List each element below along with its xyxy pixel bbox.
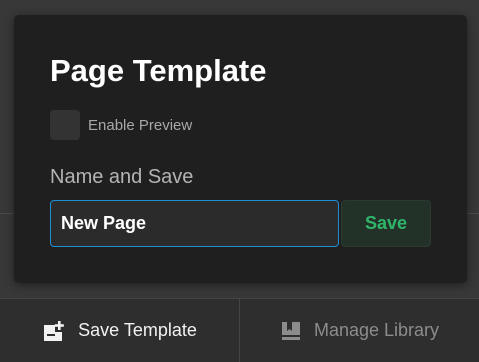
bottom-toolbar: Save Template Manage Library bbox=[0, 298, 479, 362]
save-button[interactable]: Save bbox=[341, 200, 431, 247]
enable-preview-label: Enable Preview bbox=[88, 116, 193, 134]
template-name-input[interactable] bbox=[50, 200, 339, 247]
save-template-label: Save Template bbox=[78, 320, 197, 340]
manage-library-button[interactable]: Manage Library bbox=[240, 299, 479, 362]
modal-title: Page Template bbox=[50, 53, 267, 88]
name-and-save-label: Name and Save bbox=[50, 166, 194, 188]
page-add-icon bbox=[42, 320, 66, 342]
enable-preview-toggle[interactable]: Enable Preview bbox=[50, 110, 192, 140]
enable-preview-checkbox[interactable] bbox=[50, 110, 80, 140]
manage-library-label: Manage Library bbox=[313, 320, 440, 340]
library-icon bbox=[280, 320, 302, 342]
save-template-button[interactable]: Save Template bbox=[0, 299, 240, 362]
page-template-modal: Page Template Enable Preview Name and Sa… bbox=[14, 15, 467, 283]
